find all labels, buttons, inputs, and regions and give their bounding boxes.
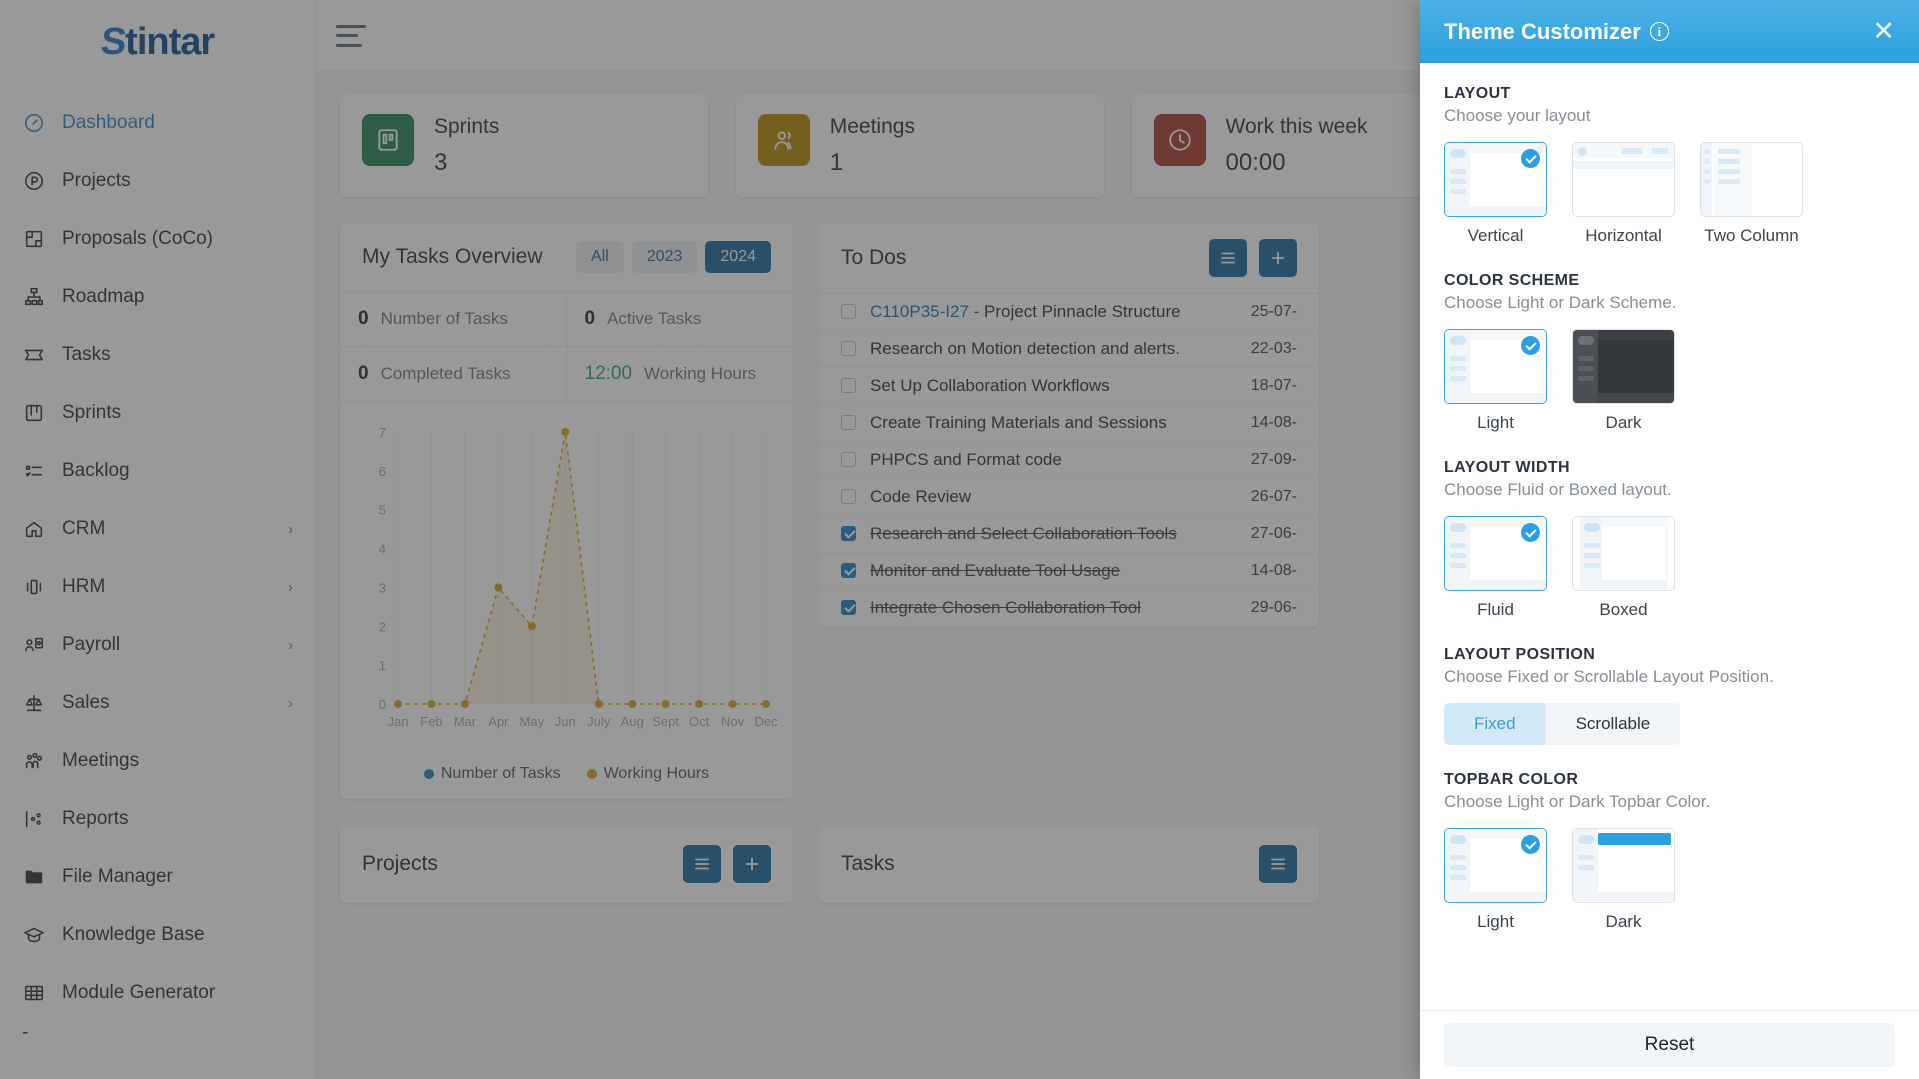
theme-option[interactable]: Dark — [1572, 329, 1675, 433]
reset-button[interactable]: Reset — [1444, 1023, 1895, 1067]
app-root: Stintar DashboardProjectsProposals (CoCo… — [0, 0, 1919, 1079]
theme-thumb[interactable] — [1572, 329, 1675, 404]
section-subtitle: Choose Fluid or Boxed layout. — [1444, 480, 1672, 499]
close-icon[interactable]: ✕ — [1872, 18, 1895, 45]
option-label: Vertical — [1467, 226, 1524, 245]
section-subtitle: Choose Light or Dark Topbar Color. — [1444, 792, 1711, 811]
theme-customizer-panel: Theme Customizer i ✕ LAYOUT Choose your l… — [1420, 0, 1919, 1079]
tc-section-layout: LAYOUT Choose your layout Vertical Horizont… — [1444, 85, 1895, 246]
option-label: Light — [1477, 912, 1514, 931]
theme-customizer-footer: Reset — [1420, 1010, 1919, 1079]
section-title: LAYOUT WIDTH — [1444, 459, 1570, 476]
theme-option[interactable]: Vertical — [1444, 142, 1547, 246]
info-icon[interactable]: i — [1649, 22, 1669, 41]
check-icon — [1521, 523, 1540, 542]
theme-option[interactable]: Two Column — [1700, 142, 1803, 246]
option-label: Dark — [1605, 912, 1642, 931]
theme-customizer-header: Theme Customizer i ✕ — [1420, 0, 1919, 63]
option-label: Dark — [1605, 413, 1642, 432]
check-icon — [1521, 336, 1540, 355]
theme-thumb[interactable] — [1444, 516, 1547, 591]
theme-thumb[interactable] — [1572, 516, 1675, 591]
section-title: LAYOUT POSITION — [1444, 646, 1596, 663]
option-row: Light Dark — [1444, 329, 1895, 433]
theme-customizer-title: Theme Customizer — [1444, 18, 1641, 44]
check-icon — [1521, 835, 1540, 854]
tc-section-topbar-color: TOPBAR COLOR Choose Light or Dark Topbar … — [1444, 771, 1895, 932]
section-title: COLOR SCHEME — [1444, 272, 1580, 289]
section-subtitle: Choose your layout — [1444, 106, 1591, 125]
option-row: Fluid Boxed — [1444, 516, 1895, 620]
option-label: Light — [1477, 413, 1514, 432]
theme-option[interactable]: Light — [1444, 828, 1547, 932]
check-icon — [1521, 149, 1540, 168]
section-subtitle: Choose Light or Dark Scheme. — [1444, 293, 1677, 312]
tc-section-layout-width: LAYOUT WIDTH Choose Fluid or Boxed layout… — [1444, 459, 1895, 620]
section-title: TOPBAR COLOR — [1444, 771, 1579, 788]
section-title: LAYOUT — [1444, 85, 1511, 102]
tc-section-color-scheme: COLOR SCHEME Choose Light or Dark Scheme.… — [1444, 272, 1895, 433]
theme-thumb[interactable] — [1700, 142, 1803, 217]
layout-position-option[interactable]: Scrollable — [1545, 703, 1681, 745]
option-label: Two Column — [1704, 226, 1799, 245]
tc-section-layout-position: LAYOUT POSITION Choose Fixed or Scrollabl… — [1444, 646, 1895, 745]
option-label: Boxed — [1599, 600, 1648, 619]
theme-customizer-body: LAYOUT Choose your layout Vertical Horizont… — [1420, 63, 1919, 1010]
theme-option[interactable]: Boxed — [1572, 516, 1675, 620]
option-row: Light Dark — [1444, 828, 1895, 932]
theme-thumb[interactable] — [1444, 828, 1547, 903]
option-row: Vertical Horizontal Two Column — [1444, 142, 1895, 246]
theme-thumb[interactable] — [1444, 329, 1547, 404]
option-label: Horizontal — [1585, 226, 1662, 245]
theme-option[interactable]: Horizontal — [1572, 142, 1675, 246]
theme-thumb[interactable] — [1572, 828, 1675, 903]
theme-option[interactable]: Fluid — [1444, 516, 1547, 620]
layout-position-toggle: Fixed Scrollable — [1444, 703, 1681, 745]
theme-thumb[interactable] — [1444, 142, 1547, 217]
theme-option[interactable]: Dark — [1572, 828, 1675, 932]
section-subtitle: Choose Fixed or Scrollable Layout Positi… — [1444, 667, 1774, 686]
theme-option[interactable]: Light — [1444, 329, 1547, 433]
theme-thumb[interactable] — [1572, 142, 1675, 217]
layout-position-option[interactable]: Fixed — [1444, 703, 1546, 745]
option-label: Fluid — [1477, 600, 1514, 619]
